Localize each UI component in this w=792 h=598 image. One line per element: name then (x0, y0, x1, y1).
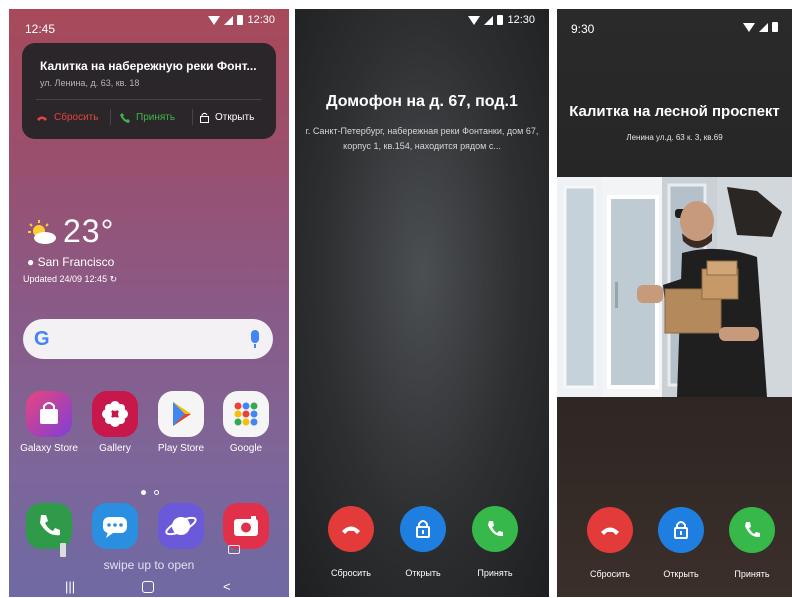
temperature: 23° (63, 213, 115, 249)
wifi-icon (468, 15, 481, 25)
dock-internet[interactable] (151, 503, 211, 555)
divider (110, 109, 111, 125)
status-clock: 9:30 (571, 22, 595, 36)
lock-icon (674, 521, 688, 539)
hangup-icon (601, 527, 619, 535)
courier-photo (557, 177, 792, 397)
location-text: San Francisco (37, 255, 115, 269)
reset-label: Сбросить (54, 112, 99, 123)
phone-icon (745, 522, 760, 538)
app-label: Google (229, 443, 263, 454)
accept-label: Принять (734, 569, 770, 579)
intercom-notification[interactable]: Калитка на набережную реки Фонт... ул. Л… (22, 43, 276, 139)
divider (192, 109, 193, 125)
app-google-folder[interactable]: Google (216, 391, 276, 454)
google-folder-icon (223, 391, 269, 437)
weather-updated: Updated 24/09 12:45 ↻ (23, 274, 117, 285)
phone-icon (488, 521, 503, 537)
swipe-hint: swipe up to open (103, 558, 195, 572)
caller-title: Калитка на лесной проспект (569, 103, 780, 120)
status-time: 12:45 (25, 22, 56, 36)
open-button[interactable]: Открыть (200, 112, 254, 123)
notification-subtitle: ул. Ленина, д. 63, кв. 18 (40, 78, 140, 88)
page-dot-active (141, 490, 146, 495)
incoming-call-phone: 12:30 Домофон на д. 67, под.1 г. Санкт-П… (295, 9, 549, 597)
home-icon[interactable] (142, 581, 154, 593)
accept-button[interactable]: Принять (120, 112, 175, 123)
location-pin-icon: ● (27, 255, 35, 269)
flashlight-shortcut-icon[interactable] (60, 543, 66, 557)
messages-icon (92, 503, 138, 549)
app-label: Play Store (157, 443, 205, 454)
lock-icon (416, 520, 430, 538)
refresh-icon[interactable]: ↻ (110, 274, 118, 284)
galaxy-store-icon (26, 391, 72, 437)
camera-icon (223, 503, 269, 549)
internet-planet-icon (158, 503, 204, 549)
status-bar: 12:45 12:30 (9, 9, 289, 39)
battery-icon (497, 15, 504, 25)
caller-title: Домофон на д. 67, под.1 (326, 93, 518, 110)
open-button[interactable] (400, 506, 446, 552)
google-search-bar[interactable]: G (23, 319, 273, 359)
gallery-flower-icon (92, 391, 138, 437)
accept-label: Принять (136, 112, 176, 123)
decline-label: Сбросить (330, 568, 371, 578)
accept-button[interactable] (729, 507, 775, 553)
mic-icon[interactable] (251, 330, 259, 348)
open-label: Открыть (663, 569, 699, 579)
page-dot (154, 490, 160, 495)
open-button[interactable] (658, 507, 704, 553)
notification-title: Калитка на набережную реки Фонт... (40, 59, 257, 73)
signal-icon (224, 15, 234, 25)
decline-label: Сбросить (589, 569, 630, 579)
dock-camera[interactable] (216, 503, 276, 555)
status-clock: 12:30 (507, 14, 535, 26)
app-play-store[interactable]: Play Store (151, 391, 211, 454)
google-g-icon: G (34, 328, 50, 350)
wifi-icon (743, 22, 755, 32)
wifi-icon (208, 15, 221, 25)
partly-cloudy-icon (28, 220, 56, 244)
lock-icon (200, 112, 209, 123)
open-label: Открыть (215, 112, 255, 123)
page-indicator (139, 482, 161, 500)
dock-messages[interactable] (85, 503, 145, 555)
status-clock: 12:30 (247, 14, 275, 26)
reset-button[interactable]: Сбросить (36, 112, 98, 123)
hangup-icon (37, 116, 47, 121)
accept-label: Принять (477, 568, 513, 578)
caller-address: г. Санкт-Петербург, набережная реки Фонт… (305, 126, 539, 151)
recents-icon[interactable]: ||| (65, 579, 75, 594)
lock-screen-phone: 12:45 12:30 Калитка на набережную реки Ф… (9, 9, 289, 597)
accept-button[interactable] (472, 506, 518, 552)
signal-icon (484, 15, 494, 25)
status-bar: 12:30 (295, 9, 549, 39)
dock-phone[interactable] (19, 503, 79, 555)
battery-icon (237, 15, 244, 25)
open-label: Открыть (405, 568, 441, 578)
play-store-icon (158, 391, 204, 437)
navigation-bar: ||| < (9, 579, 289, 597)
decline-button[interactable] (328, 506, 374, 552)
video-call-phone: 9:30 Калитка на лесной проспект Ленина у… (557, 9, 792, 597)
divider (36, 99, 262, 100)
decline-button[interactable] (587, 507, 633, 553)
signal-icon (759, 22, 768, 32)
caller-address: Ленина ул.д. 63 к. 3, кв.69 (626, 133, 723, 142)
back-icon[interactable]: < (223, 579, 231, 594)
intercom-camera-video (557, 177, 792, 397)
app-label: Galaxy Store (20, 443, 78, 454)
weather-location: ● San Francisco (27, 255, 114, 269)
hangup-icon (342, 526, 360, 534)
battery-icon (772, 22, 778, 32)
app-gallery[interactable]: Gallery (85, 391, 145, 454)
app-label: Gallery (99, 443, 131, 454)
camera-shortcut-icon[interactable] (228, 545, 240, 554)
updated-text: Updated 24/09 12:45 (23, 274, 108, 284)
phone-icon (120, 112, 130, 123)
status-bar: 9:30 (557, 9, 792, 39)
app-galaxy-store[interactable]: Galaxy Store (19, 391, 79, 454)
